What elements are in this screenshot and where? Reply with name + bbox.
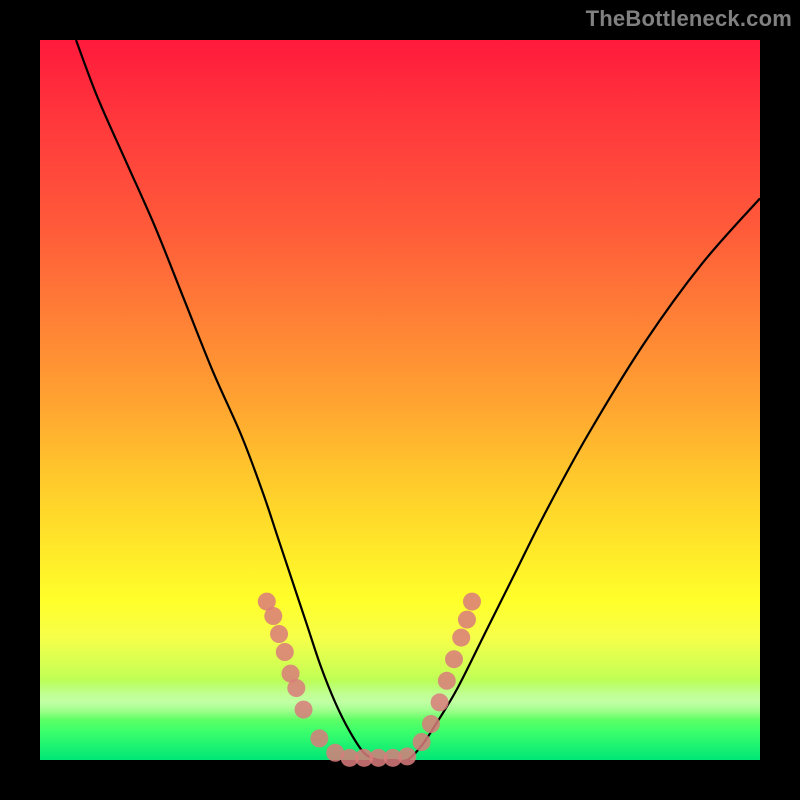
sample-point — [264, 607, 282, 625]
sample-point — [270, 625, 288, 643]
sample-points — [258, 593, 481, 767]
sample-point — [398, 747, 416, 765]
watermark-text: TheBottleneck.com — [586, 6, 792, 32]
chart-frame: TheBottleneck.com — [0, 0, 800, 800]
chart-svg-layer — [40, 40, 760, 760]
sample-point — [445, 650, 463, 668]
sample-point — [422, 715, 440, 733]
sample-point — [431, 693, 449, 711]
sample-point — [276, 643, 294, 661]
sample-point — [458, 611, 476, 629]
bottleneck-curve — [76, 40, 760, 761]
sample-point — [287, 679, 305, 697]
sample-point — [295, 701, 313, 719]
sample-point — [452, 629, 470, 647]
sample-point — [413, 733, 431, 751]
sample-point — [463, 593, 481, 611]
sample-point — [310, 729, 328, 747]
sample-point — [438, 672, 456, 690]
